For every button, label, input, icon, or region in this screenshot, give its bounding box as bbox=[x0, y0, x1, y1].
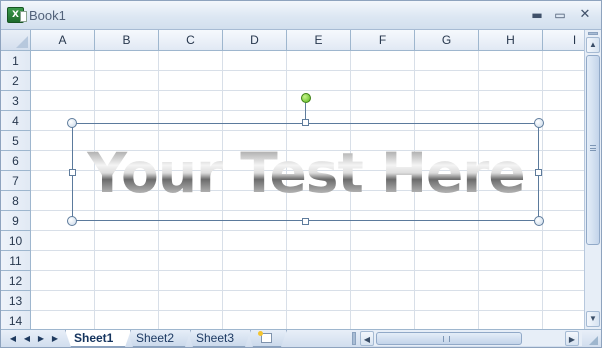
vertical-scrollbar[interactable]: ▲ ▼ bbox=[584, 30, 601, 331]
column-header-b[interactable]: B bbox=[95, 30, 159, 51]
row-header-14[interactable]: 14 bbox=[1, 311, 31, 331]
previous-sheet-nav-button[interactable]: ◀ bbox=[21, 332, 33, 345]
row-header-3[interactable]: 3 bbox=[1, 91, 31, 111]
resize-handle-top-right[interactable] bbox=[534, 118, 544, 128]
row-header-11[interactable]: 11 bbox=[1, 251, 31, 271]
rotate-handle[interactable] bbox=[301, 93, 311, 103]
row-header-6[interactable]: 6 bbox=[1, 151, 31, 171]
column-header-d[interactable]: D bbox=[223, 30, 287, 51]
resize-handle-top[interactable] bbox=[302, 119, 309, 126]
column-header-f[interactable]: F bbox=[351, 30, 415, 51]
row-header-7[interactable]: 7 bbox=[1, 171, 31, 191]
horizontal-scroll-thumb[interactable] bbox=[376, 332, 522, 345]
row-header-13[interactable]: 13 bbox=[1, 291, 31, 311]
last-sheet-nav-button[interactable]: ▶ bbox=[49, 332, 61, 345]
resize-handle-bottom-left[interactable] bbox=[67, 216, 77, 226]
insert-sheet-icon bbox=[261, 333, 272, 343]
vertical-scroll-thumb[interactable] bbox=[586, 55, 600, 245]
horizontal-scrollbar[interactable]: ◀ ▶ bbox=[360, 331, 582, 346]
sheet-tab-bar: ◀ ◀ ▶ ▶ Sheet1 Sheet2 Sheet3 ◀ ▶ bbox=[1, 329, 601, 347]
wordart-text[interactable]: Your Test Here bbox=[81, 141, 531, 205]
scroll-right-button[interactable]: ▶ bbox=[565, 331, 579, 346]
row-header-12[interactable]: 12 bbox=[1, 271, 31, 291]
row-header-2[interactable]: 2 bbox=[1, 71, 31, 91]
window-resize-grip[interactable] bbox=[585, 332, 599, 346]
row-header-8[interactable]: 8 bbox=[1, 191, 31, 211]
row-header-4[interactable]: 4 bbox=[1, 111, 31, 131]
resize-handle-right[interactable] bbox=[535, 169, 542, 176]
column-headers: A B C D E F G H I bbox=[31, 30, 584, 51]
column-header-g[interactable]: G bbox=[415, 30, 479, 51]
vertical-split-box[interactable] bbox=[588, 32, 598, 35]
select-all-button[interactable] bbox=[1, 30, 31, 51]
row-header-10[interactable]: 10 bbox=[1, 231, 31, 251]
resize-handle-top-left[interactable] bbox=[67, 118, 77, 128]
column-header-h[interactable]: H bbox=[479, 30, 543, 51]
column-header-e[interactable]: E bbox=[287, 30, 351, 51]
scroll-up-button[interactable]: ▲ bbox=[586, 37, 600, 53]
column-header-i[interactable]: I bbox=[543, 30, 584, 51]
grip-icon bbox=[590, 145, 596, 151]
resize-handle-bottom[interactable] bbox=[302, 218, 309, 225]
excel-icon[interactable]: X bbox=[7, 7, 27, 23]
insert-sheet-button[interactable] bbox=[247, 330, 287, 347]
title-bar[interactable]: X Book1 ▬ ▭ ✕ bbox=[1, 1, 601, 30]
close-button[interactable]: ✕ bbox=[574, 6, 596, 24]
scroll-left-button[interactable]: ◀ bbox=[360, 331, 374, 346]
resize-handle-bottom-right[interactable] bbox=[534, 216, 544, 226]
minimize-button[interactable]: ▬ bbox=[526, 6, 548, 24]
next-sheet-nav-button[interactable]: ▶ bbox=[35, 332, 47, 345]
window-title: Book1 bbox=[29, 8, 66, 23]
resize-handle-left[interactable] bbox=[69, 169, 76, 176]
row-headers: 1 2 3 4 5 6 7 8 9 10 11 12 13 14 bbox=[1, 51, 31, 331]
grip-icon bbox=[443, 336, 450, 342]
row-header-1[interactable]: 1 bbox=[1, 51, 31, 71]
row-header-9[interactable]: 9 bbox=[1, 211, 31, 231]
first-sheet-nav-button[interactable]: ◀ bbox=[7, 332, 19, 345]
column-header-c[interactable]: C bbox=[159, 30, 223, 51]
sheet-tab-sheet1[interactable]: Sheet1 bbox=[65, 330, 131, 347]
column-header-a[interactable]: A bbox=[31, 30, 95, 51]
rotate-handle-stem bbox=[305, 103, 306, 120]
maximize-button[interactable]: ▭ bbox=[549, 6, 571, 24]
scroll-down-button[interactable]: ▼ bbox=[586, 311, 600, 327]
excel-window: X Book1 ▬ ▭ ✕ A B C D E F G H I 1 2 3 4 … bbox=[0, 0, 602, 348]
row-header-5[interactable]: 5 bbox=[1, 131, 31, 151]
horizontal-split-box[interactable] bbox=[352, 332, 356, 345]
sheet-tab-sheet3[interactable]: Sheet3 bbox=[187, 330, 251, 347]
sheet-tab-sheet2[interactable]: Sheet2 bbox=[127, 330, 191, 347]
